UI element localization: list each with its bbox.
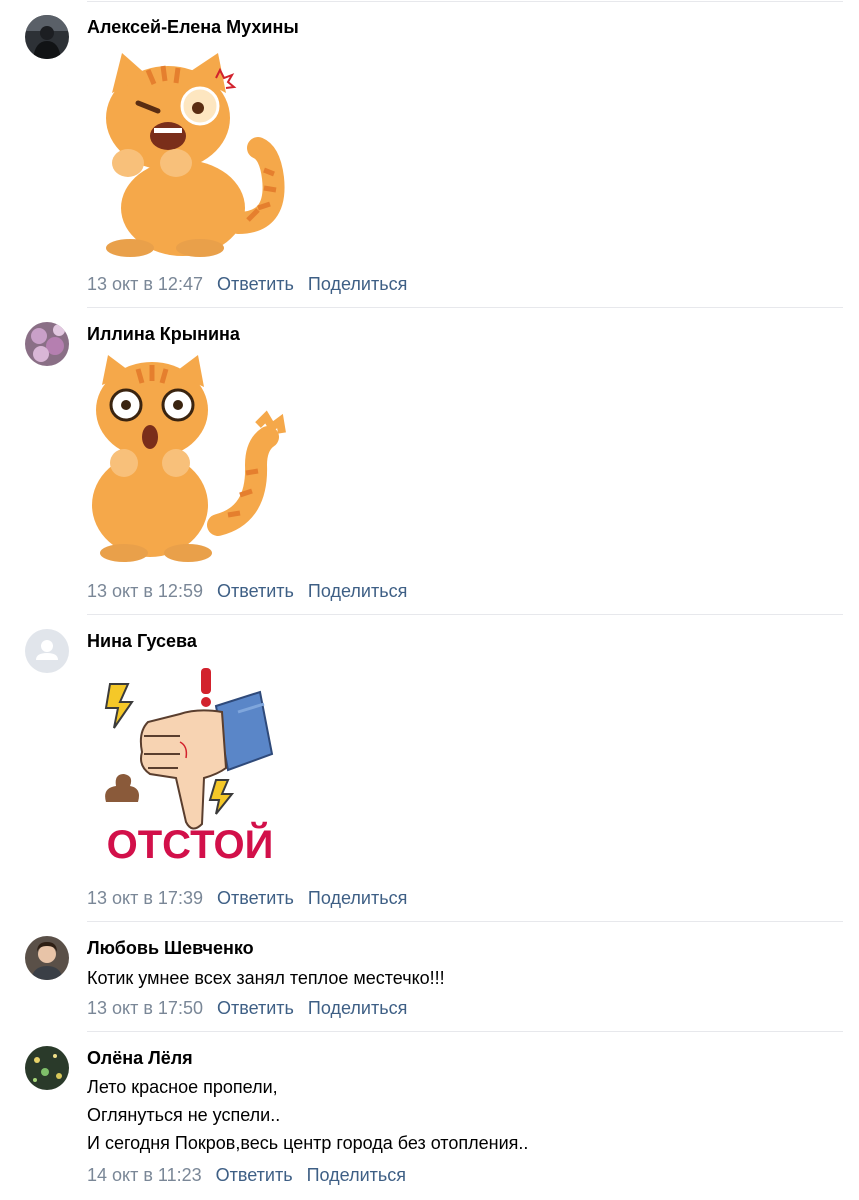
comment-meta: 13 окт в 12:59 Ответить Поделиться [87, 580, 407, 602]
comment-date[interactable]: 13 окт в 12:59 [87, 581, 203, 601]
reply-link[interactable]: Ответить [217, 888, 294, 908]
comment-date[interactable]: 13 окт в 17:50 [87, 998, 203, 1018]
reply-link[interactable]: Ответить [216, 1165, 293, 1185]
comment-author[interactable]: Алексей-Елена Мухины [87, 16, 299, 38]
avatar[interactable] [25, 322, 69, 366]
separator [87, 1031, 843, 1032]
share-link[interactable]: Поделиться [308, 581, 407, 601]
avatar[interactable] [25, 629, 69, 673]
comment-meta: 13 окт в 17:39 Ответить Поделиться [87, 887, 407, 909]
comment-author[interactable]: Любовь Шевченко [87, 937, 254, 959]
angry-cat-sticker [88, 48, 288, 263]
comment-date[interactable]: 13 окт в 17:39 [87, 888, 203, 908]
shocked-cat-sticker [88, 355, 288, 570]
comment-date[interactable]: 14 окт в 11:23 [87, 1165, 202, 1185]
separator [87, 921, 843, 922]
reply-link[interactable]: Ответить [217, 274, 294, 294]
reply-link[interactable]: Ответить [217, 998, 294, 1018]
share-link[interactable]: Поделиться [307, 1165, 406, 1185]
avatar[interactable] [25, 15, 69, 59]
share-link[interactable]: Поделиться [308, 274, 407, 294]
comment-meta: 13 окт в 17:50 Ответить Поделиться [87, 997, 407, 1019]
separator [87, 1, 843, 2]
comment-date[interactable]: 13 окт в 12:47 [87, 274, 203, 294]
comment-text-line: Лето красное пропели, [87, 1077, 278, 1097]
separator [87, 307, 843, 308]
avatar[interactable] [25, 936, 69, 980]
comment-text-line: И сегодня Покров,весь центр города без о… [87, 1133, 529, 1153]
comment-text: Котик умнее всех занял теплое местечко!!… [87, 968, 445, 988]
share-link[interactable]: Поделиться [308, 888, 407, 908]
sticker-text: ОТСТОЙ [107, 821, 274, 867]
share-link[interactable]: Поделиться [308, 998, 407, 1018]
comment-meta: 13 окт в 12:47 Ответить Поделиться [87, 273, 407, 295]
thumbs-down-sticker: ОТСТОЙ [88, 662, 288, 877]
comment-author[interactable]: Нина Гусева [87, 630, 197, 652]
reply-link[interactable]: Ответить [217, 581, 294, 601]
comment-meta: 14 окт в 11:23 Ответить Поделиться [87, 1164, 406, 1186]
separator [87, 614, 843, 615]
comment-author[interactable]: Олёна Лёля [87, 1047, 193, 1069]
avatar[interactable] [25, 1046, 69, 1090]
comment-text-line: Оглянуться не успели.. [87, 1105, 281, 1125]
comment-author[interactable]: Иллина Крынина [87, 323, 240, 345]
